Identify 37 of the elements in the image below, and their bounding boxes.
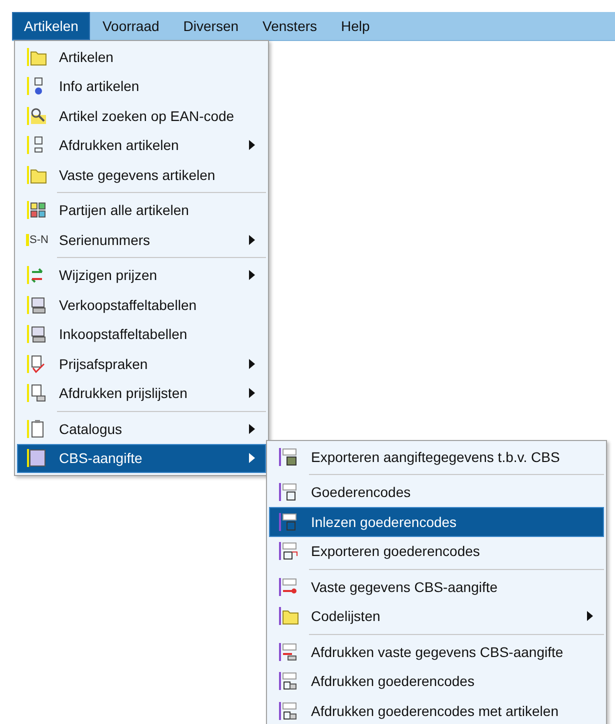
menu-item[interactable]: Codelijsten xyxy=(269,602,604,631)
menu-item[interactable]: Verkoopstaffeltabellen xyxy=(17,290,266,320)
menu-item[interactable]: Artikelen xyxy=(17,42,266,72)
menu-item[interactable]: Exporteren aangiftegegevens t.b.v. CBS xyxy=(269,442,604,472)
menu-item[interactable]: S-N Serienummers xyxy=(17,225,266,254)
folder-icon xyxy=(27,164,47,185)
menu-item[interactable]: Artikel zoeken op EAN-code xyxy=(17,101,266,130)
menu-item[interactable]: Afdrukken prijslijsten xyxy=(17,378,266,408)
menu-item[interactable]: Afdrukken vaste gegevens CBS-aangifte xyxy=(269,637,604,666)
menu-bar-item[interactable]: Voorraad xyxy=(90,12,172,40)
menu-item[interactable]: Wijzigen prijzen xyxy=(17,260,266,290)
menu-item[interactable]: Inlezen goederencodes xyxy=(269,507,604,536)
menu-item[interactable]: Afdrukken goederencodes xyxy=(269,666,604,696)
menu-item[interactable]: Afdrukken goederencodes met artikelen xyxy=(269,696,604,724)
folder-icon xyxy=(27,46,47,67)
menu-item[interactable]: Catalogus xyxy=(17,414,266,444)
menu-bar-item[interactable]: Diversen xyxy=(171,12,251,40)
boxes-icon xyxy=(27,200,47,220)
menu-item[interactable]: Vaste gegevens artikelen xyxy=(17,160,266,190)
menu-item[interactable]: Inkoopstaffeltabellen xyxy=(17,320,266,349)
box-arrow-icon xyxy=(279,541,299,562)
menu-item[interactable]: Info artikelen xyxy=(17,72,266,101)
menu-item[interactable]: Vaste gegevens CBS-aangifte xyxy=(269,572,604,602)
box-icon xyxy=(279,512,299,532)
menu-bar-item[interactable]: Help xyxy=(329,12,382,40)
menu-bar-item[interactable]: Vensters xyxy=(250,12,330,40)
folder-icon xyxy=(279,606,299,626)
menu-item[interactable]: Prijsafspraken xyxy=(17,349,266,378)
menu-item[interactable]: Partijen alle artikelen xyxy=(17,196,266,225)
menu-bar-item[interactable]: Artikelen xyxy=(12,12,90,40)
box-icon xyxy=(279,482,299,502)
menu-item[interactable]: Exporteren goederencodes xyxy=(269,536,604,566)
menu-item[interactable]: Afdrukken artikelen xyxy=(17,130,266,160)
menu-item[interactable]: CBS-aangifte xyxy=(17,444,266,473)
magnifier-icon xyxy=(27,106,47,126)
menu-item[interactable]: Goederencodes xyxy=(269,478,604,507)
document-check-icon xyxy=(27,354,47,374)
